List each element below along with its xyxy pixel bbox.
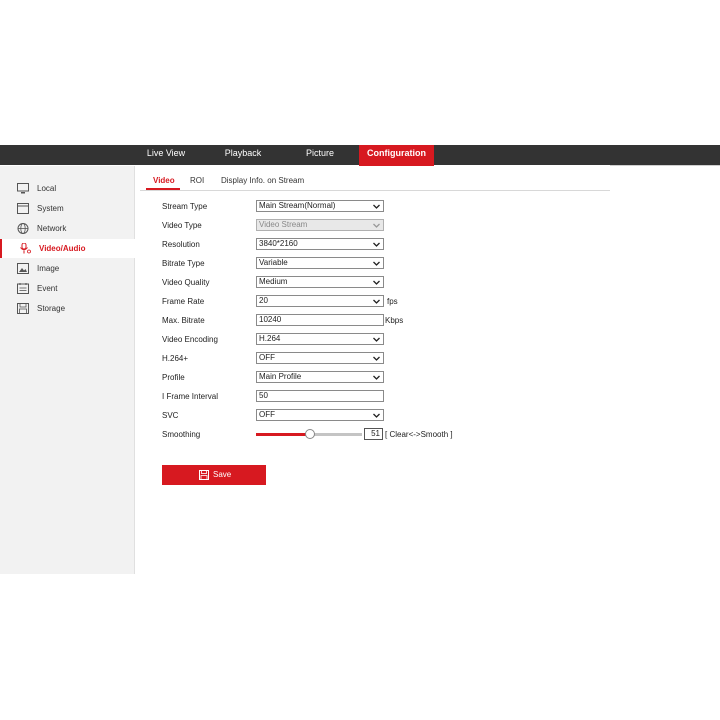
bitrate-type-value: Variable <box>259 258 288 267</box>
video-encoding-select[interactable]: H.264 <box>256 333 384 345</box>
window-icon <box>17 203 29 214</box>
resolution-value: 3840*2160 <box>259 239 298 248</box>
frame-rate-select[interactable]: 20 <box>256 295 384 307</box>
calendar-icon <box>17 283 29 294</box>
save-button[interactable]: Save <box>162 465 266 485</box>
h264plus-label: H.264+ <box>162 354 189 363</box>
profile-select[interactable]: Main Profile <box>256 371 384 383</box>
bitrate-type-label: Bitrate Type <box>162 259 205 268</box>
stream-type-value: Main Stream(Normal) <box>259 201 336 210</box>
nav-divider <box>610 165 720 195</box>
chevron-down-icon <box>373 204 380 209</box>
i-frame-interval-value: 50 <box>259 391 268 400</box>
tab-display-info[interactable]: Display Info. on Stream <box>221 176 304 190</box>
svc-label: SVC <box>162 411 179 420</box>
max-bitrate-input[interactable]: 10240 <box>256 314 384 326</box>
smoothing-hint: [ Clear<->Smooth ] <box>385 430 453 439</box>
video-type-select: Video Stream <box>256 219 384 231</box>
svc-value: OFF <box>259 410 275 419</box>
profile-value: Main Profile <box>259 372 302 381</box>
stream-type-select[interactable]: Main Stream(Normal) <box>256 200 384 212</box>
video-encoding-value: H.264 <box>259 334 281 343</box>
max-bitrate-value: 10240 <box>259 315 282 324</box>
sidebar-item-label: Event <box>37 284 58 293</box>
frame-rate-label: Frame Rate <box>162 297 205 306</box>
smoothing-slider-fill <box>256 433 310 436</box>
video-type-label: Video Type <box>162 221 202 230</box>
nav-live-view[interactable]: Live View <box>140 145 192 165</box>
tabs-divider <box>140 190 610 191</box>
image-icon <box>17 263 29 274</box>
sidebar-item-system[interactable]: System <box>0 199 135 218</box>
sidebar-item-local[interactable]: Local <box>0 179 135 198</box>
video-encoding-label: Video Encoding <box>162 335 218 344</box>
sidebar-item-label: System <box>37 204 64 213</box>
video-quality-select[interactable]: Medium <box>256 276 384 288</box>
chevron-down-icon <box>373 280 380 285</box>
globe-icon <box>17 223 29 234</box>
h264plus-value: OFF <box>259 353 275 362</box>
video-quality-label: Video Quality <box>162 278 210 287</box>
chevron-down-icon <box>373 261 380 266</box>
smoothing-slider-thumb[interactable] <box>305 429 315 439</box>
bitrate-type-select[interactable]: Variable <box>256 257 384 269</box>
save-button-label: Save <box>213 470 232 479</box>
sidebar-item-label: Storage <box>37 304 66 313</box>
chevron-down-icon <box>373 242 380 247</box>
chevron-down-icon <box>373 337 380 342</box>
floppy-icon <box>199 470 209 480</box>
resolution-select[interactable]: 3840*2160 <box>256 238 384 250</box>
chevron-down-icon <box>373 413 380 418</box>
sidebar-item-label: Video/Audio <box>39 244 86 253</box>
sidebar-item-event[interactable]: Event <box>0 279 135 298</box>
max-bitrate-label: Max. Bitrate <box>162 316 205 325</box>
sidebar-item-storage[interactable]: Storage <box>0 299 135 318</box>
frame-rate-unit: fps <box>387 297 398 306</box>
i-frame-interval-input[interactable]: 50 <box>256 390 384 402</box>
sidebar-item-label: Image <box>37 264 60 273</box>
video-quality-value: Medium <box>259 277 288 286</box>
max-bitrate-unit: Kbps <box>385 316 404 325</box>
resolution-label: Resolution <box>162 240 200 249</box>
frame-rate-value: 20 <box>259 296 268 305</box>
chevron-down-icon <box>373 375 380 380</box>
chevron-down-icon <box>373 356 380 361</box>
sidebar-item-label: Local <box>37 184 57 193</box>
chevron-down-icon <box>373 299 380 304</box>
active-tab-indicator <box>146 188 180 190</box>
nav-picture[interactable]: Picture <box>298 145 342 165</box>
stream-type-label: Stream Type <box>162 202 208 211</box>
svc-select[interactable]: OFF <box>256 409 384 421</box>
sidebar-item-video-audio[interactable]: Video/Audio <box>0 239 135 258</box>
sidebar-item-network[interactable]: Network <box>0 219 135 238</box>
smoothing-value-box[interactable]: 51 <box>364 428 383 440</box>
nav-playback[interactable]: Playback <box>218 145 268 165</box>
monitor-icon <box>17 183 29 194</box>
sidebar-item-image[interactable]: Image <box>0 259 135 278</box>
h264plus-select[interactable]: OFF <box>256 352 384 364</box>
floppy-icon <box>17 303 29 314</box>
nav-configuration[interactable]: Configuration <box>359 145 434 166</box>
video-type-value: Video Stream <box>259 220 308 229</box>
tab-roi[interactable]: ROI <box>190 176 204 190</box>
smoothing-label: Smoothing <box>162 430 201 439</box>
profile-label: Profile <box>162 373 185 382</box>
microphone-icon <box>20 243 31 254</box>
i-frame-interval-label: I Frame Interval <box>162 392 219 401</box>
sidebar-item-label: Network <box>37 224 67 233</box>
chevron-down-icon <box>373 223 380 228</box>
sidebar: Local System Network Video/Audio Image E… <box>0 166 135 574</box>
